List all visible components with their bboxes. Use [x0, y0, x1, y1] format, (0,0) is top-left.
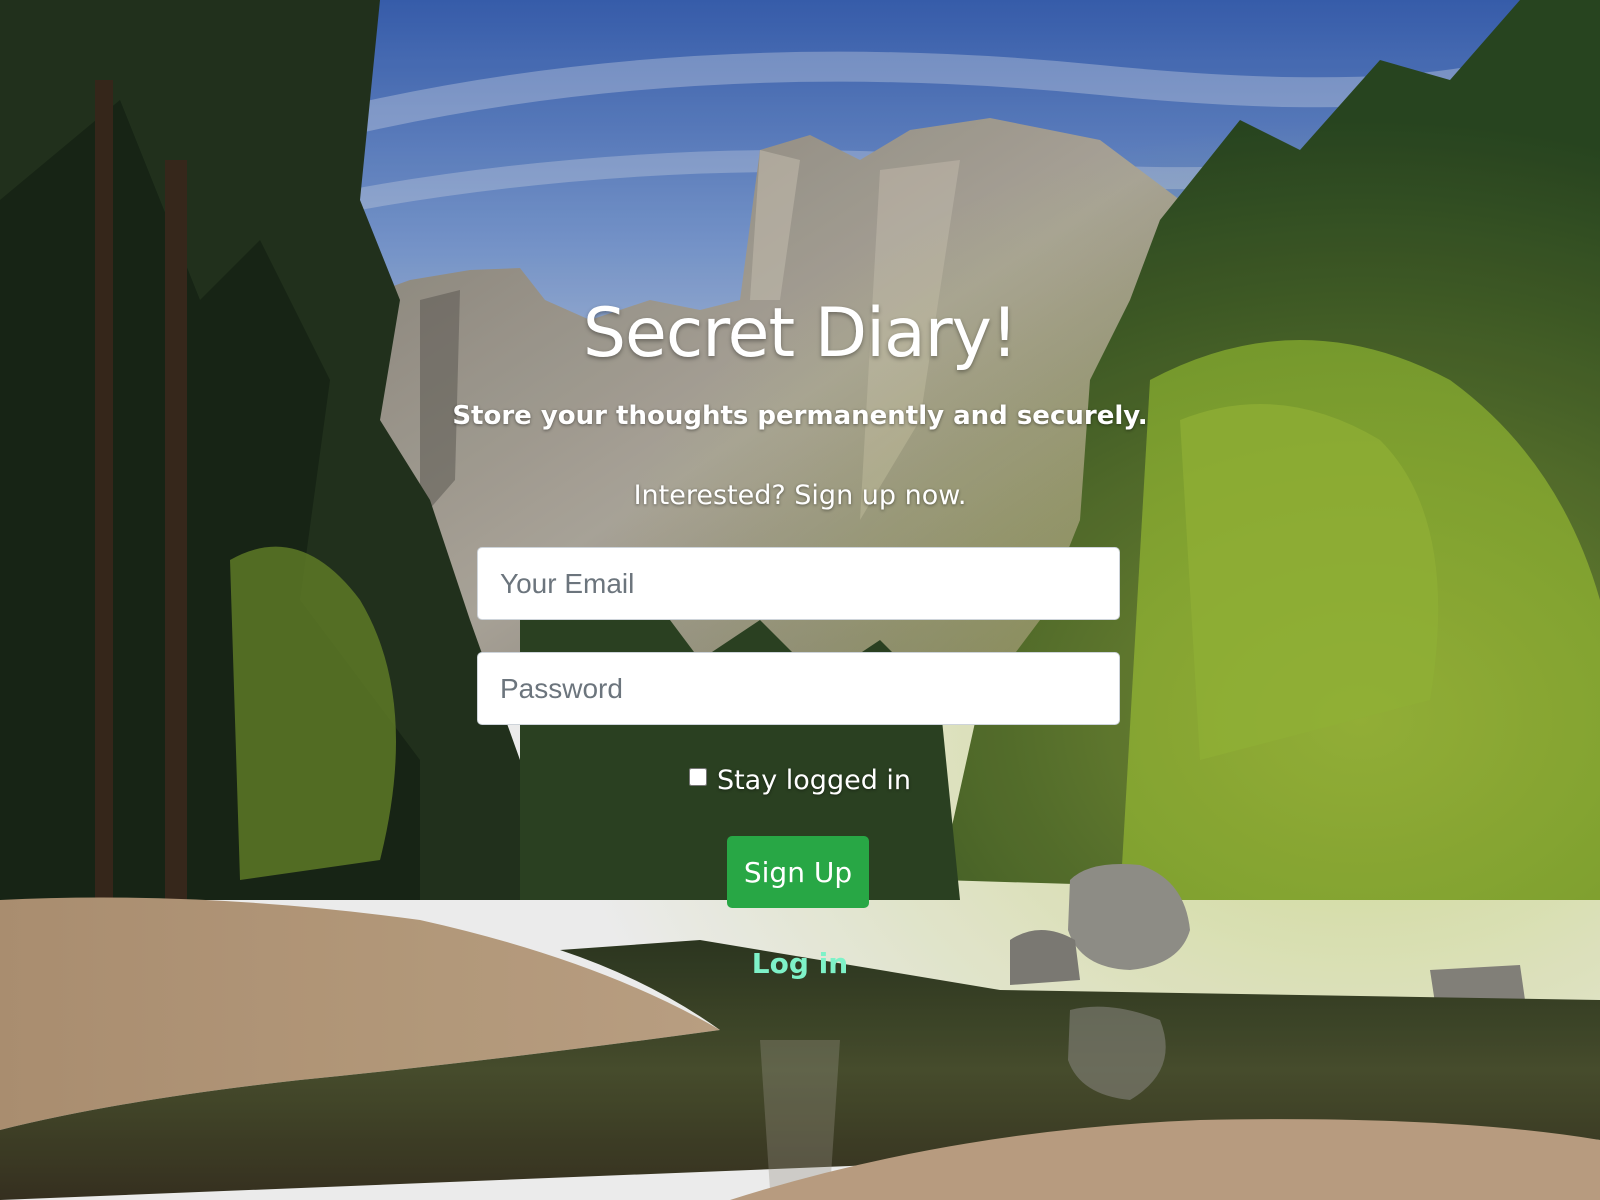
call-to-action-text: Interested? Sign up now.: [633, 480, 967, 511]
log-in-link[interactable]: Log in: [0, 946, 1600, 982]
password-field[interactable]: [477, 652, 1120, 725]
log-in-link-label: Log in: [751, 947, 849, 980]
signup-form-container: Secret Diary! Store your thoughts perman…: [0, 0, 1600, 1200]
page-subtitle: Store your thoughts permanently and secu…: [452, 401, 1148, 431]
stay-logged-in-checkbox[interactable]: [688, 768, 707, 786]
page-title: Secret Diary!: [582, 294, 1018, 373]
stay-logged-in-label: Stay logged in: [716, 765, 912, 796]
email-field[interactable]: [477, 547, 1120, 620]
stay-logged-in-row: Stay logged in: [0, 763, 1600, 799]
sign-up-button[interactable]: Sign Up: [727, 836, 869, 908]
